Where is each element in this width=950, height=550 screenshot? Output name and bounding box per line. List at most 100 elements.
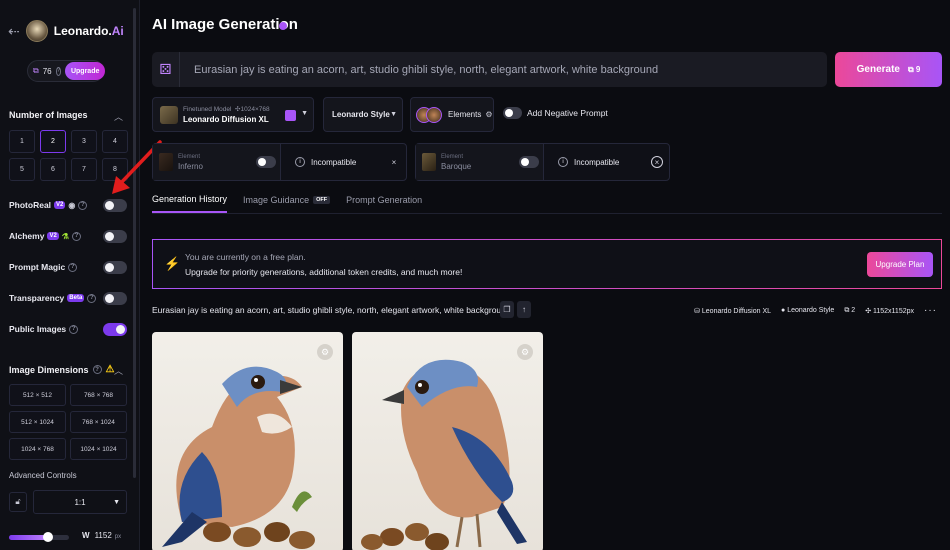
reuse-prompt-icon[interactable]: ↑ [517, 301, 531, 318]
chevron-up-icon[interactable]: ︿ [114, 364, 123, 377]
transparency-toggle[interactable] [103, 291, 127, 305]
image-dimensions-title: Image Dimensions [9, 364, 89, 375]
dimension-option[interactable]: 512 × 1024 [9, 411, 66, 433]
elements-button[interactable]: Elements ⚙ [410, 97, 494, 132]
banner-line-1: You are currently on a free plan. [185, 252, 306, 262]
info-icon[interactable]: ? [55, 66, 61, 76]
advanced-controls-label: Advanced Controls [9, 471, 77, 480]
aspect-ratio-select[interactable]: 1:1 ▼ [33, 490, 127, 514]
info-icon[interactable]: ? [87, 293, 97, 303]
info-icon[interactable]: ? [69, 324, 79, 334]
dimension-option[interactable]: 1024 × 1024 [70, 438, 127, 460]
image-options-icon[interactable]: ⚙ [517, 344, 533, 360]
info-icon[interactable]: ? [71, 231, 81, 241]
incompatible-label: Incompatible [311, 157, 357, 167]
prompt-magic-label: Prompt Magic [9, 262, 66, 272]
close-icon[interactable]: × [388, 156, 400, 168]
size-meta-item: ✣ 1152x1152px [865, 307, 914, 315]
width-value[interactable]: 1152 [95, 531, 112, 540]
number-of-images-title: Number of Images [9, 110, 88, 120]
image-options-icon[interactable]: ⚙ [317, 344, 333, 360]
lock-icon[interactable]: 🔓︎ [9, 492, 27, 512]
element-info: Element Inferno [153, 144, 281, 180]
count-meta-item: ⧉ 2 [844, 306, 856, 314]
bird-illustration [162, 366, 315, 549]
model-meta: Finetuned Model ✣1024×768 Leonardo Diffu… [183, 105, 270, 124]
public-images-toggle[interactable] [103, 322, 127, 336]
token-count: 76 [42, 66, 52, 76]
element-card-baroque: Element Baroque i Incompatible × [415, 143, 670, 181]
prompt-input[interactable]: Eurasian jay is eating an acorn, art, st… [180, 64, 658, 76]
bird-illustration [361, 359, 527, 550]
model-name: Leonardo Diffusion XL [183, 115, 269, 124]
dimension-option[interactable]: 1024 × 768 [9, 438, 66, 460]
photoreal-label: PhotoReal [9, 200, 52, 210]
num-option-selected[interactable]: 2 [40, 130, 66, 153]
element-toggle[interactable] [256, 156, 276, 168]
tab-image-guidance[interactable]: Image Guidance OFF [243, 194, 331, 213]
transparency-label: Transparency [9, 293, 65, 303]
element-name: Baroque [441, 161, 472, 171]
info-icon: i [295, 157, 305, 167]
num-option[interactable]: 5 [9, 158, 35, 181]
copy-icon[interactable]: ❐ [500, 301, 514, 318]
model-settings-icon[interactable] [285, 110, 296, 121]
off-badge: OFF [313, 196, 331, 204]
tab-generation-history[interactable]: Generation History [152, 194, 228, 213]
element-toggle[interactable] [519, 156, 539, 168]
width-label: W [82, 531, 90, 540]
num-option[interactable]: 3 [71, 130, 97, 153]
element-type: Element [441, 153, 464, 160]
alchemy-label: Alchemy [9, 231, 45, 241]
caret-down-icon: ▼ [390, 111, 397, 118]
dimension-option[interactable]: 768 × 1024 [70, 411, 127, 433]
more-options-icon[interactable]: ··· [924, 305, 937, 316]
alchemy-toggle[interactable] [103, 229, 127, 243]
info-icon[interactable]: ? [68, 262, 78, 272]
dimension-option[interactable]: 512 × 512 [9, 384, 66, 406]
generation-meta: ⛁ Leonardo Diffusion XL ● Leonardo Style… [694, 305, 937, 316]
incompatible-label: Incompatible [574, 157, 620, 167]
chevron-up-icon[interactable]: ︿ [114, 110, 123, 123]
status-dot-icon [279, 22, 287, 30]
model-select[interactable]: Finetuned Model ✣1024×768 Leonardo Diffu… [152, 97, 314, 132]
aspect-ratio-value: 1:1 [74, 497, 86, 507]
tab-prompt-generation[interactable]: Prompt Generation [346, 194, 422, 213]
element-thumbnails [416, 106, 442, 123]
camera-icon: ◉ [68, 200, 76, 210]
generated-image[interactable]: ⚙ [152, 332, 343, 550]
close-icon[interactable]: × [651, 156, 663, 168]
info-icon[interactable]: ? [78, 200, 88, 210]
element-meta: Element Inferno [178, 154, 203, 171]
info-icon: i [558, 157, 568, 167]
photoreal-toggle[interactable] [103, 198, 127, 212]
num-option[interactable]: 7 [71, 158, 97, 181]
leonardo-logo-icon [25, 20, 48, 42]
generate-button[interactable]: Generate ⧉ 9 [835, 52, 942, 87]
info-icon[interactable]: ? [92, 365, 102, 374]
dimension-option[interactable]: 768 × 768 [70, 384, 127, 406]
back-arrow-icon[interactable]: ⇠ [8, 23, 20, 40]
model-thumbnail [160, 105, 178, 124]
public-images-label: Public Images [9, 324, 67, 334]
num-option[interactable]: 1 [9, 130, 35, 153]
slider-knob[interactable] [43, 532, 53, 542]
version-badge: V2 [54, 201, 66, 209]
sidebar-scrollbar[interactable] [133, 8, 136, 478]
style-select[interactable]: Leonardo Style ▼ [323, 97, 403, 132]
upgrade-button[interactable]: Upgrade [64, 62, 106, 80]
banner-line-2: Upgrade for priority generations, additi… [185, 267, 463, 277]
prompt-magic-toggle[interactable] [103, 260, 127, 274]
random-prompt-dice-icon[interactable]: ⚄ [152, 52, 180, 87]
gear-icon[interactable]: ⚙ [485, 110, 492, 119]
tab-divider [152, 213, 942, 214]
upgrade-plan-button[interactable]: Upgrade Plan [867, 252, 933, 277]
negative-prompt-toggle[interactable] [503, 107, 522, 119]
generated-image[interactable]: ⚙ [352, 332, 543, 550]
brand: ⇠ Leonardo.Ai [8, 20, 124, 42]
num-option[interactable]: 6 [40, 158, 66, 181]
image-dimensions-title-row: Image Dimensions ? ⚠ [9, 364, 115, 375]
token-icon: ⧉ [33, 66, 39, 75]
width-slider[interactable] [9, 532, 69, 542]
elements-label: Elements [448, 110, 482, 119]
